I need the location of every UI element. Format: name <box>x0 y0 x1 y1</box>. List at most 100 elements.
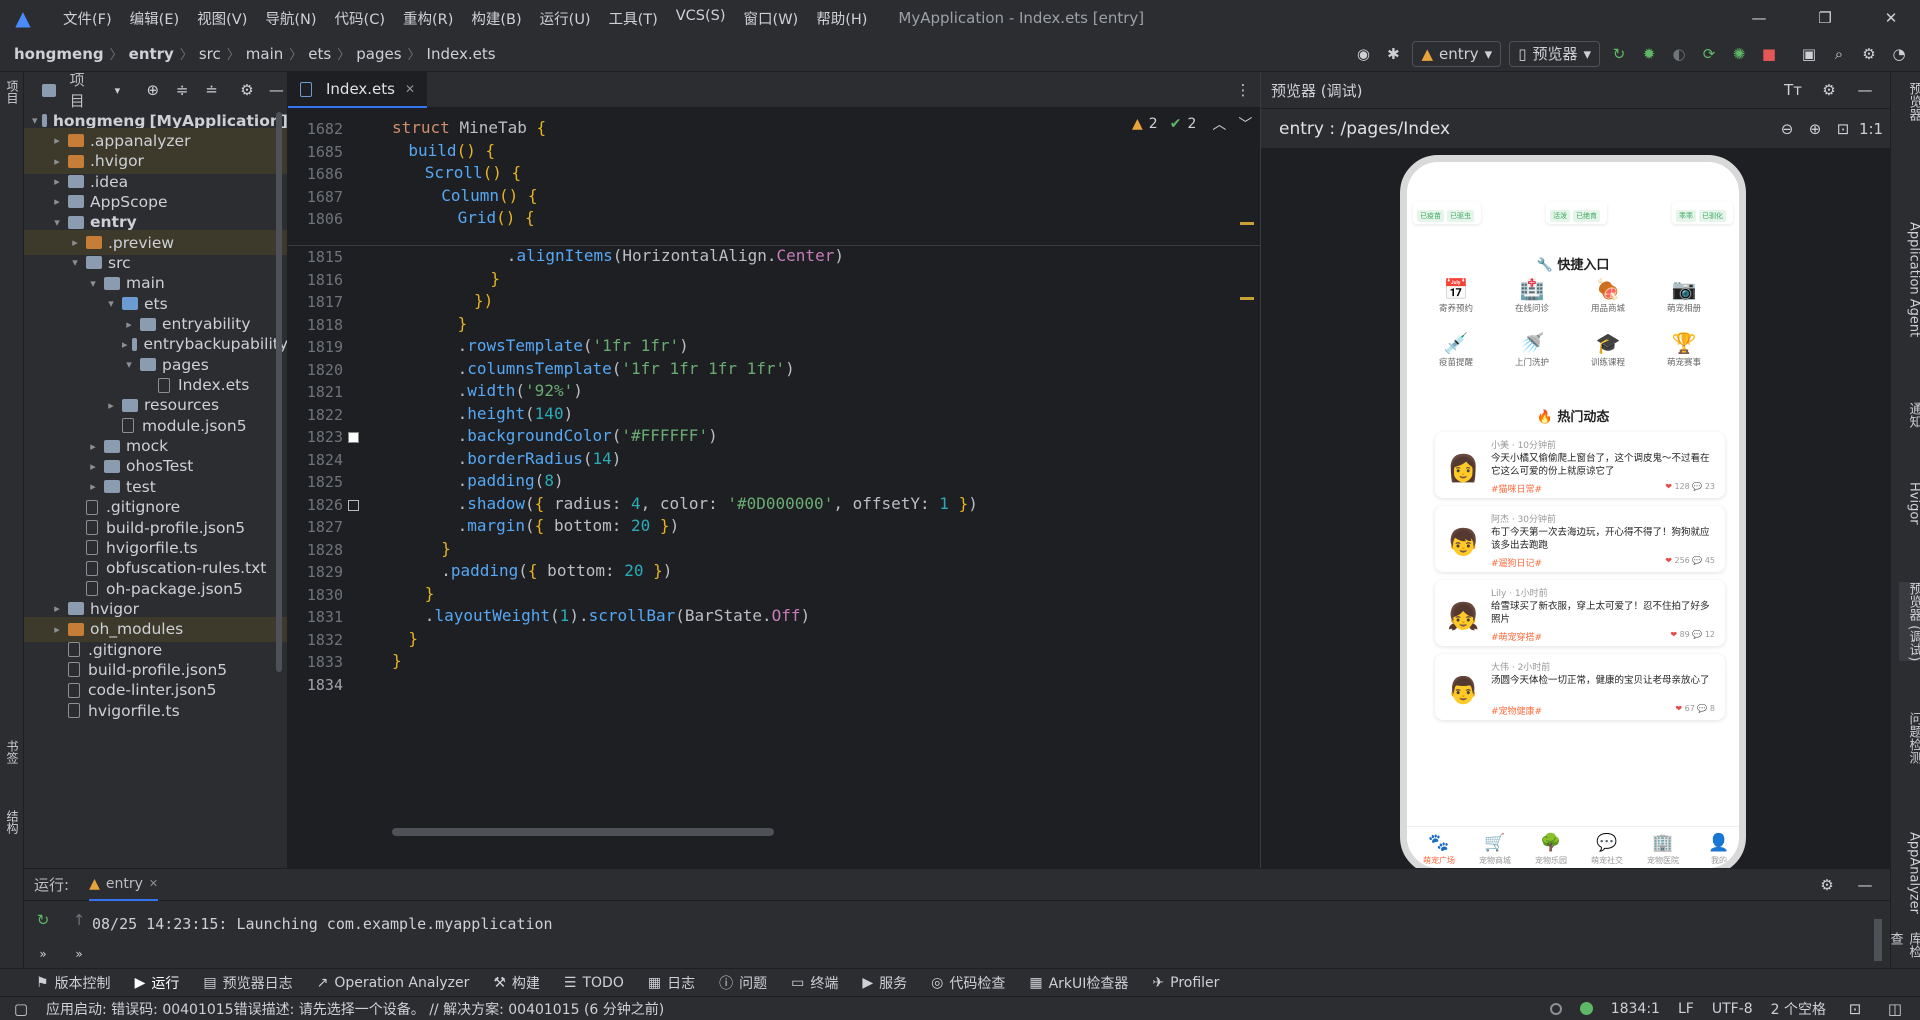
chevron-right-icon[interactable]: ▸ <box>86 460 100 473</box>
chevron-right-icon[interactable]: ▸ <box>86 440 100 453</box>
tool-window-button[interactable]: ☰ TODO <box>564 975 624 991</box>
chevron-right-icon[interactable]: ▸ <box>122 318 136 331</box>
chevron-down-icon[interactable]: ▾ <box>50 216 64 229</box>
tool-window-button[interactable]: ▦ ArkUI检查器 <box>1029 973 1128 993</box>
color-swatch-icon[interactable] <box>348 499 359 511</box>
close-tab-icon[interactable]: ✕ <box>149 877 158 890</box>
menu-item[interactable]: 代码(C) <box>326 8 394 29</box>
maximize-icon[interactable]: ❐ <box>1814 7 1836 29</box>
menu-item[interactable]: 重构(R) <box>394 8 462 29</box>
project-tool-button[interactable]: 项目 <box>4 80 21 104</box>
breadcrumb-item[interactable]: pages <box>356 45 401 63</box>
rerun-icon[interactable]: ↻ <box>1608 43 1630 65</box>
comment-icon[interactable]: 💬 <box>1695 704 1710 713</box>
status-message[interactable]: 应用启动: 错误码: 00401015错误描述: 请先选择一个设备。 // 解决… <box>46 999 664 1019</box>
heart-icon[interactable]: ❤ <box>1675 704 1684 713</box>
chevron-down-icon[interactable]: ▾ <box>68 256 82 269</box>
breadcrumb-item[interactable]: hongmeng <box>14 45 104 63</box>
breadcrumb-item[interactable]: ets <box>308 45 331 63</box>
quick-entry-item[interactable]: 📅 寄养预约 <box>1421 276 1491 314</box>
comment-icon[interactable]: 💬 <box>1690 482 1705 491</box>
breadcrumb-item[interactable]: main <box>246 45 283 63</box>
prev-highlight-icon[interactable]: ︿ <box>1212 114 1226 134</box>
user-icon[interactable]: ◔ <box>1888 43 1910 65</box>
chevron-right-icon[interactable]: ▸ <box>50 155 64 168</box>
tool-window-button[interactable]: ↗ Operation Analyzer <box>317 975 470 991</box>
chevron-right-icon[interactable]: ▸ <box>50 602 64 615</box>
zoom-out-icon[interactable]: ⊖ <box>1776 118 1798 140</box>
device-selector[interactable]: ▯ 预览器 ▾ <box>1509 40 1600 67</box>
menu-item[interactable]: 导航(N) <box>256 8 325 29</box>
feed-card[interactable]: 👦 阿杰 · 30分钟前 布丁今天第一次去海边玩，开心得不得了！狗狗就应该多出去跑跑… <box>1435 506 1725 572</box>
profile-icon[interactable]: ✺ <box>1728 43 1750 65</box>
caret-position[interactable]: 1834:1 <box>1611 1001 1660 1017</box>
memory-indicator-icon[interactable]: ◫ <box>1884 998 1906 1020</box>
phone-preview[interactable]: 已疫苗 已驱虫 活泼 已绝育 乖乖 已驯化 🔧 快捷入口 📅 寄养预约 🏥 在线问诊 🍖 用品商… <box>1400 155 1746 875</box>
right-tool-button[interactable]: 数据库检查 <box>1888 932 1920 968</box>
menu-item[interactable]: 编辑(E) <box>121 8 188 29</box>
quick-entry-item[interactable]: 💉 疫苗提醒 <box>1421 330 1491 368</box>
tool-window-button[interactable]: ▶ 服务 <box>862 973 907 993</box>
menu-item[interactable]: 窗口(W) <box>735 8 808 29</box>
bottom-nav-item[interactable]: 👤 我的 <box>1691 831 1739 866</box>
lock-icon[interactable]: ⊡ <box>1844 998 1866 1020</box>
color-swatch-icon[interactable] <box>348 432 359 443</box>
menu-item[interactable]: 文件(F) <box>54 8 121 29</box>
debug-icon[interactable]: ✹ <box>1638 43 1660 65</box>
tool-window-button[interactable]: ▭ 终端 <box>791 973 838 993</box>
chevron-right-icon[interactable]: ▸ <box>122 338 128 351</box>
chevron-down-icon[interactable]: ▾ <box>86 277 100 290</box>
horizontal-scrollbar[interactable] <box>392 828 774 836</box>
quick-entry-item[interactable]: 🏆 萌宠赛事 <box>1649 330 1719 368</box>
chevron-right-icon[interactable]: ▸ <box>68 236 82 249</box>
breadcrumb-item[interactable]: src <box>199 45 221 63</box>
chevron-down-icon[interactable]: ▾ <box>32 114 38 127</box>
more-tabs-icon[interactable]: ⋮ <box>1232 79 1254 101</box>
run-tab-entry[interactable]: ▲ entry ✕ <box>89 869 159 901</box>
quick-entry-item[interactable]: 🏥 在线问诊 <box>1497 276 1567 314</box>
close-icon[interactable]: ✕ <box>1880 7 1902 29</box>
right-tool-button[interactable]: 问题检测 <box>1899 712 1920 764</box>
tree-scrollbar[interactable] <box>276 112 282 672</box>
feed-tag[interactable]: #遛狗日记# <box>1491 556 1542 569</box>
next-highlight-icon[interactable]: ﹀ <box>1238 114 1252 134</box>
quick-entry-item[interactable]: 📷 萌宠相册 <box>1649 276 1719 314</box>
inspection-widget[interactable]: ▲ 2 ✔ 2 ︿ ﹀ <box>1132 114 1252 134</box>
chevron-down-icon[interactable]: ▾ <box>104 297 118 310</box>
menu-item[interactable]: 视图(V) <box>188 8 256 29</box>
close-tab-icon[interactable]: ✕ <box>405 82 415 96</box>
device-manager-icon[interactable]: ▣ <box>1798 43 1820 65</box>
font-size-icon[interactable]: Tт <box>1782 79 1804 101</box>
zoom-in-icon[interactable]: ⊕ <box>1804 118 1826 140</box>
quick-entry-item[interactable]: 🚿 上门洗护 <box>1497 330 1567 368</box>
panel-toggle-icon[interactable]: ▢ <box>10 998 32 1020</box>
rerun-icon[interactable]: ↻ <box>32 909 54 931</box>
hide-icon[interactable]: — <box>1854 79 1876 101</box>
feed-tag[interactable]: #猫咪日常# <box>1491 482 1542 495</box>
module-selector[interactable]: ▲ entry ▾ <box>1412 40 1502 67</box>
menu-item[interactable]: 运行(U) <box>531 8 600 29</box>
bottom-nav-item[interactable]: 💬 萌宠社交 <box>1579 831 1635 866</box>
chevron-right-icon[interactable]: ▸ <box>50 195 64 208</box>
right-tool-button[interactable]: 通知 <box>1899 402 1920 428</box>
feed-card[interactable]: 👨 大伟 · 2小时前 汤圆今天体检一切正常，健康的宝贝让老母亲放心了 #宠物健康# ❤… <box>1435 654 1725 720</box>
log-scrollbar[interactable] <box>1874 919 1882 961</box>
chevron-right-icon[interactable]: ▸ <box>86 480 100 493</box>
tool-window-button[interactable]: ⚑ 版本控制 <box>36 973 111 993</box>
minimize-icon[interactable]: — <box>1748 7 1770 29</box>
stop-icon[interactable]: ■ <box>1758 43 1780 65</box>
indent-setting[interactable]: 2 个空格 <box>1771 999 1826 1019</box>
feed-tag[interactable]: #宠物健康# <box>1491 704 1542 717</box>
chevron-down-icon[interactable]: ▾ <box>122 358 136 371</box>
feed-tag[interactable]: #萌宠穿搭# <box>1491 630 1542 643</box>
target-icon[interactable]: ◉ <box>1352 43 1374 65</box>
bottom-nav-item[interactable]: 🐾 萌宠广场 <box>1411 831 1467 868</box>
breadcrumb-item[interactable]: Index.ets <box>427 45 496 63</box>
chevron-right-icon[interactable]: ▸ <box>50 175 64 188</box>
right-tool-button[interactable]: 预览器 (调试) <box>1899 582 1920 662</box>
settings-icon[interactable]: ⚙ <box>1858 43 1880 65</box>
structure-tool-button[interactable]: 结构 <box>4 810 21 834</box>
more-icon[interactable]: » <box>32 943 54 965</box>
bottom-nav-item[interactable]: 🛒 宠物商城 <box>1467 831 1523 866</box>
gear-icon[interactable]: ⚙ <box>1816 874 1838 896</box>
